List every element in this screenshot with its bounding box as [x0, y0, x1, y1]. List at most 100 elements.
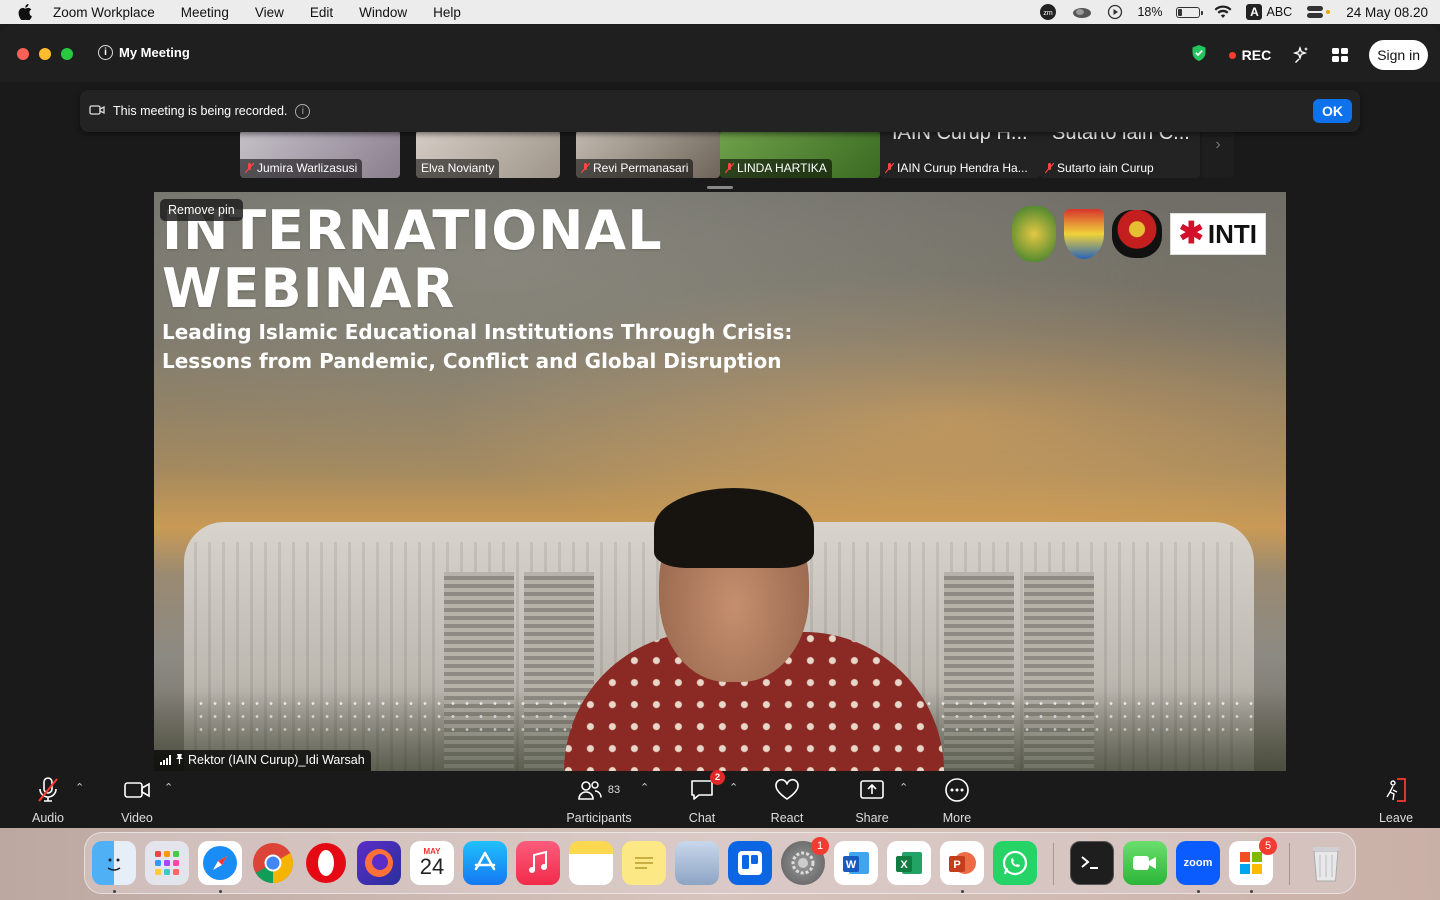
minimize-window-button[interactable] [39, 48, 51, 60]
menu-window[interactable]: Window [359, 5, 407, 20]
audio-button[interactable]: Audio [8, 771, 88, 825]
input-source-icon[interactable]: A [1246, 4, 1263, 20]
remove-pin-button[interactable]: Remove pin [160, 199, 243, 221]
excel-icon[interactable]: X [887, 841, 931, 885]
facetime-icon[interactable] [1123, 841, 1167, 885]
webinar-subtitle: Leading Islamic Educational Institutions… [162, 318, 792, 376]
more-button[interactable]: More [917, 771, 997, 825]
music-icon[interactable] [516, 841, 560, 885]
menu-meeting[interactable]: Meeting [181, 5, 229, 20]
rec-label: REC [1241, 47, 1272, 63]
powerpoint-icon[interactable]: P [940, 841, 984, 885]
participants-options-chevron-icon[interactable]: ⌃ [640, 781, 649, 794]
ok-button[interactable]: OK [1313, 99, 1352, 123]
chrome-icon[interactable] [251, 841, 295, 885]
system-settings-icon[interactable]: 1 [781, 837, 829, 885]
meeting-controls: Audio ⌃ Video ⌃ 83 Participants ⌃ 2 Chat… [0, 770, 1440, 828]
leave-button[interactable]: Leave [1356, 771, 1436, 825]
stickies-icon[interactable] [622, 841, 666, 885]
zoom-status-icon[interactable]: zm [1039, 3, 1057, 21]
video-options-chevron-icon[interactable]: ⌃ [164, 781, 173, 794]
play-circle-icon[interactable] [1107, 4, 1123, 20]
recording-indicator[interactable]: REC [1228, 47, 1272, 63]
terminal-icon[interactable] [1070, 841, 1114, 885]
chat-options-chevron-icon[interactable]: ⌃ [729, 781, 738, 794]
participants-button[interactable]: 83 Participants [559, 771, 639, 825]
zoom-icon[interactable]: zoom [1176, 841, 1220, 885]
whatsapp-icon[interactable] [993, 841, 1037, 885]
input-source-label[interactable]: ABC [1266, 5, 1292, 19]
menu-app-name[interactable]: Zoom Workplace [53, 5, 155, 20]
apple-icon[interactable] [18, 4, 36, 20]
react-label: React [770, 811, 804, 825]
meeting-info[interactable]: i My Meeting [98, 45, 190, 60]
safari-icon[interactable] [198, 841, 242, 885]
finder-icon[interactable] [92, 841, 136, 885]
next-page-chevron-icon[interactable]: › [1202, 130, 1234, 178]
participant-name: IAIN Curup Hendra Ha... [880, 159, 1033, 178]
share-button[interactable]: Share [832, 771, 912, 825]
word-icon[interactable]: W [834, 841, 878, 885]
chat-unread-badge: 2 [710, 770, 725, 785]
app-store-icon[interactable] [463, 841, 507, 885]
participant-thumbnail[interactable]: IAIN Curup H... IAIN Curup Hendra Ha... [880, 130, 1040, 178]
muted-mic-icon [725, 162, 734, 173]
dock: MAY 24 1 W X P zoom 5 [84, 832, 1356, 894]
battery-icon[interactable] [1176, 6, 1204, 18]
video-camera-icon [123, 774, 151, 806]
status-area: zm 18% A ABC 24 May 08.20 [1039, 0, 1428, 24]
microsoft-office-icon[interactable]: 5 [1229, 837, 1277, 885]
react-button[interactable]: React [747, 771, 827, 825]
menu-view[interactable]: View [255, 5, 284, 20]
ai-companion-icon[interactable] [1291, 45, 1311, 65]
fullscreen-window-button[interactable] [61, 48, 73, 60]
firefox-icon[interactable] [357, 841, 401, 885]
participant-thumbnail[interactable]: Jumira Warlizasusi [240, 130, 400, 178]
control-center-icon[interactable] [1306, 5, 1332, 19]
close-window-button[interactable] [17, 48, 29, 60]
menu-help[interactable]: Help [433, 5, 461, 20]
participant-thumbnail[interactable]: LINDA HARTIKA [720, 130, 880, 178]
preview-icon[interactable] [675, 841, 719, 885]
apps-grid-icon[interactable] [1331, 46, 1349, 64]
trello-icon[interactable] [728, 841, 772, 885]
audio-options-chevron-icon[interactable]: ⌃ [75, 781, 84, 794]
muted-mic-icon [885, 162, 894, 173]
encryption-shield-icon[interactable] [1191, 44, 1207, 67]
participant-tile-name: IAIN Curup H... [892, 130, 1028, 144]
launchpad-icon[interactable] [145, 841, 189, 885]
participant-thumbnail[interactable]: Elva Novianty [416, 130, 560, 178]
participant-name: Elva Novianty [416, 159, 500, 178]
trash-icon[interactable] [1304, 841, 1348, 885]
calendar-day: 24 [419, 853, 445, 879]
webinar-title-line-2: WEBINAR [162, 257, 456, 320]
participant-thumbnail[interactable]: Sutarto iain C... Sutarto iain Curup [1040, 130, 1200, 178]
info-icon[interactable]: i [295, 103, 311, 119]
sign-in-button[interactable]: Sign in [1369, 40, 1428, 70]
svg-text:X: X [900, 859, 908, 871]
wifi-icon[interactable] [1214, 5, 1232, 19]
video-button[interactable]: Video [97, 771, 177, 825]
recording-banner-text: This meeting is being recorded. [113, 104, 288, 118]
chat-button[interactable]: 2 Chat [662, 770, 742, 825]
notes-icon[interactable] [569, 841, 613, 885]
opera-icon[interactable] [304, 841, 348, 885]
inti-logo-text: INTI [1207, 218, 1257, 249]
menu-edit[interactable]: Edit [310, 5, 333, 20]
clock[interactable]: 24 May 08.20 [1346, 5, 1428, 20]
iain-curup-logo [1011, 206, 1056, 262]
pin-icon [175, 753, 184, 767]
svg-text:zm: zm [1044, 10, 1054, 17]
pinned-video[interactable]: INTERNATIONAL WEBINAR Leading Islamic Ed… [154, 192, 1286, 771]
muted-mic-icon [35, 774, 61, 806]
info-icon[interactable]: i [98, 45, 113, 60]
participant-thumbnail[interactable]: Revi Permanasari [576, 130, 720, 178]
settings-badge: 1 [811, 837, 829, 855]
university-emblem-logo [1111, 210, 1162, 258]
cloud-icon[interactable] [1071, 5, 1093, 19]
calendar-icon[interactable]: MAY 24 [410, 841, 454, 885]
strip-drag-handle[interactable] [707, 186, 733, 189]
menu-bar: Zoom Workplace Meeting View Edit Window … [0, 0, 1440, 24]
share-options-chevron-icon[interactable]: ⌃ [899, 781, 908, 794]
participant-name-text: Revi Permanasari [593, 161, 689, 175]
